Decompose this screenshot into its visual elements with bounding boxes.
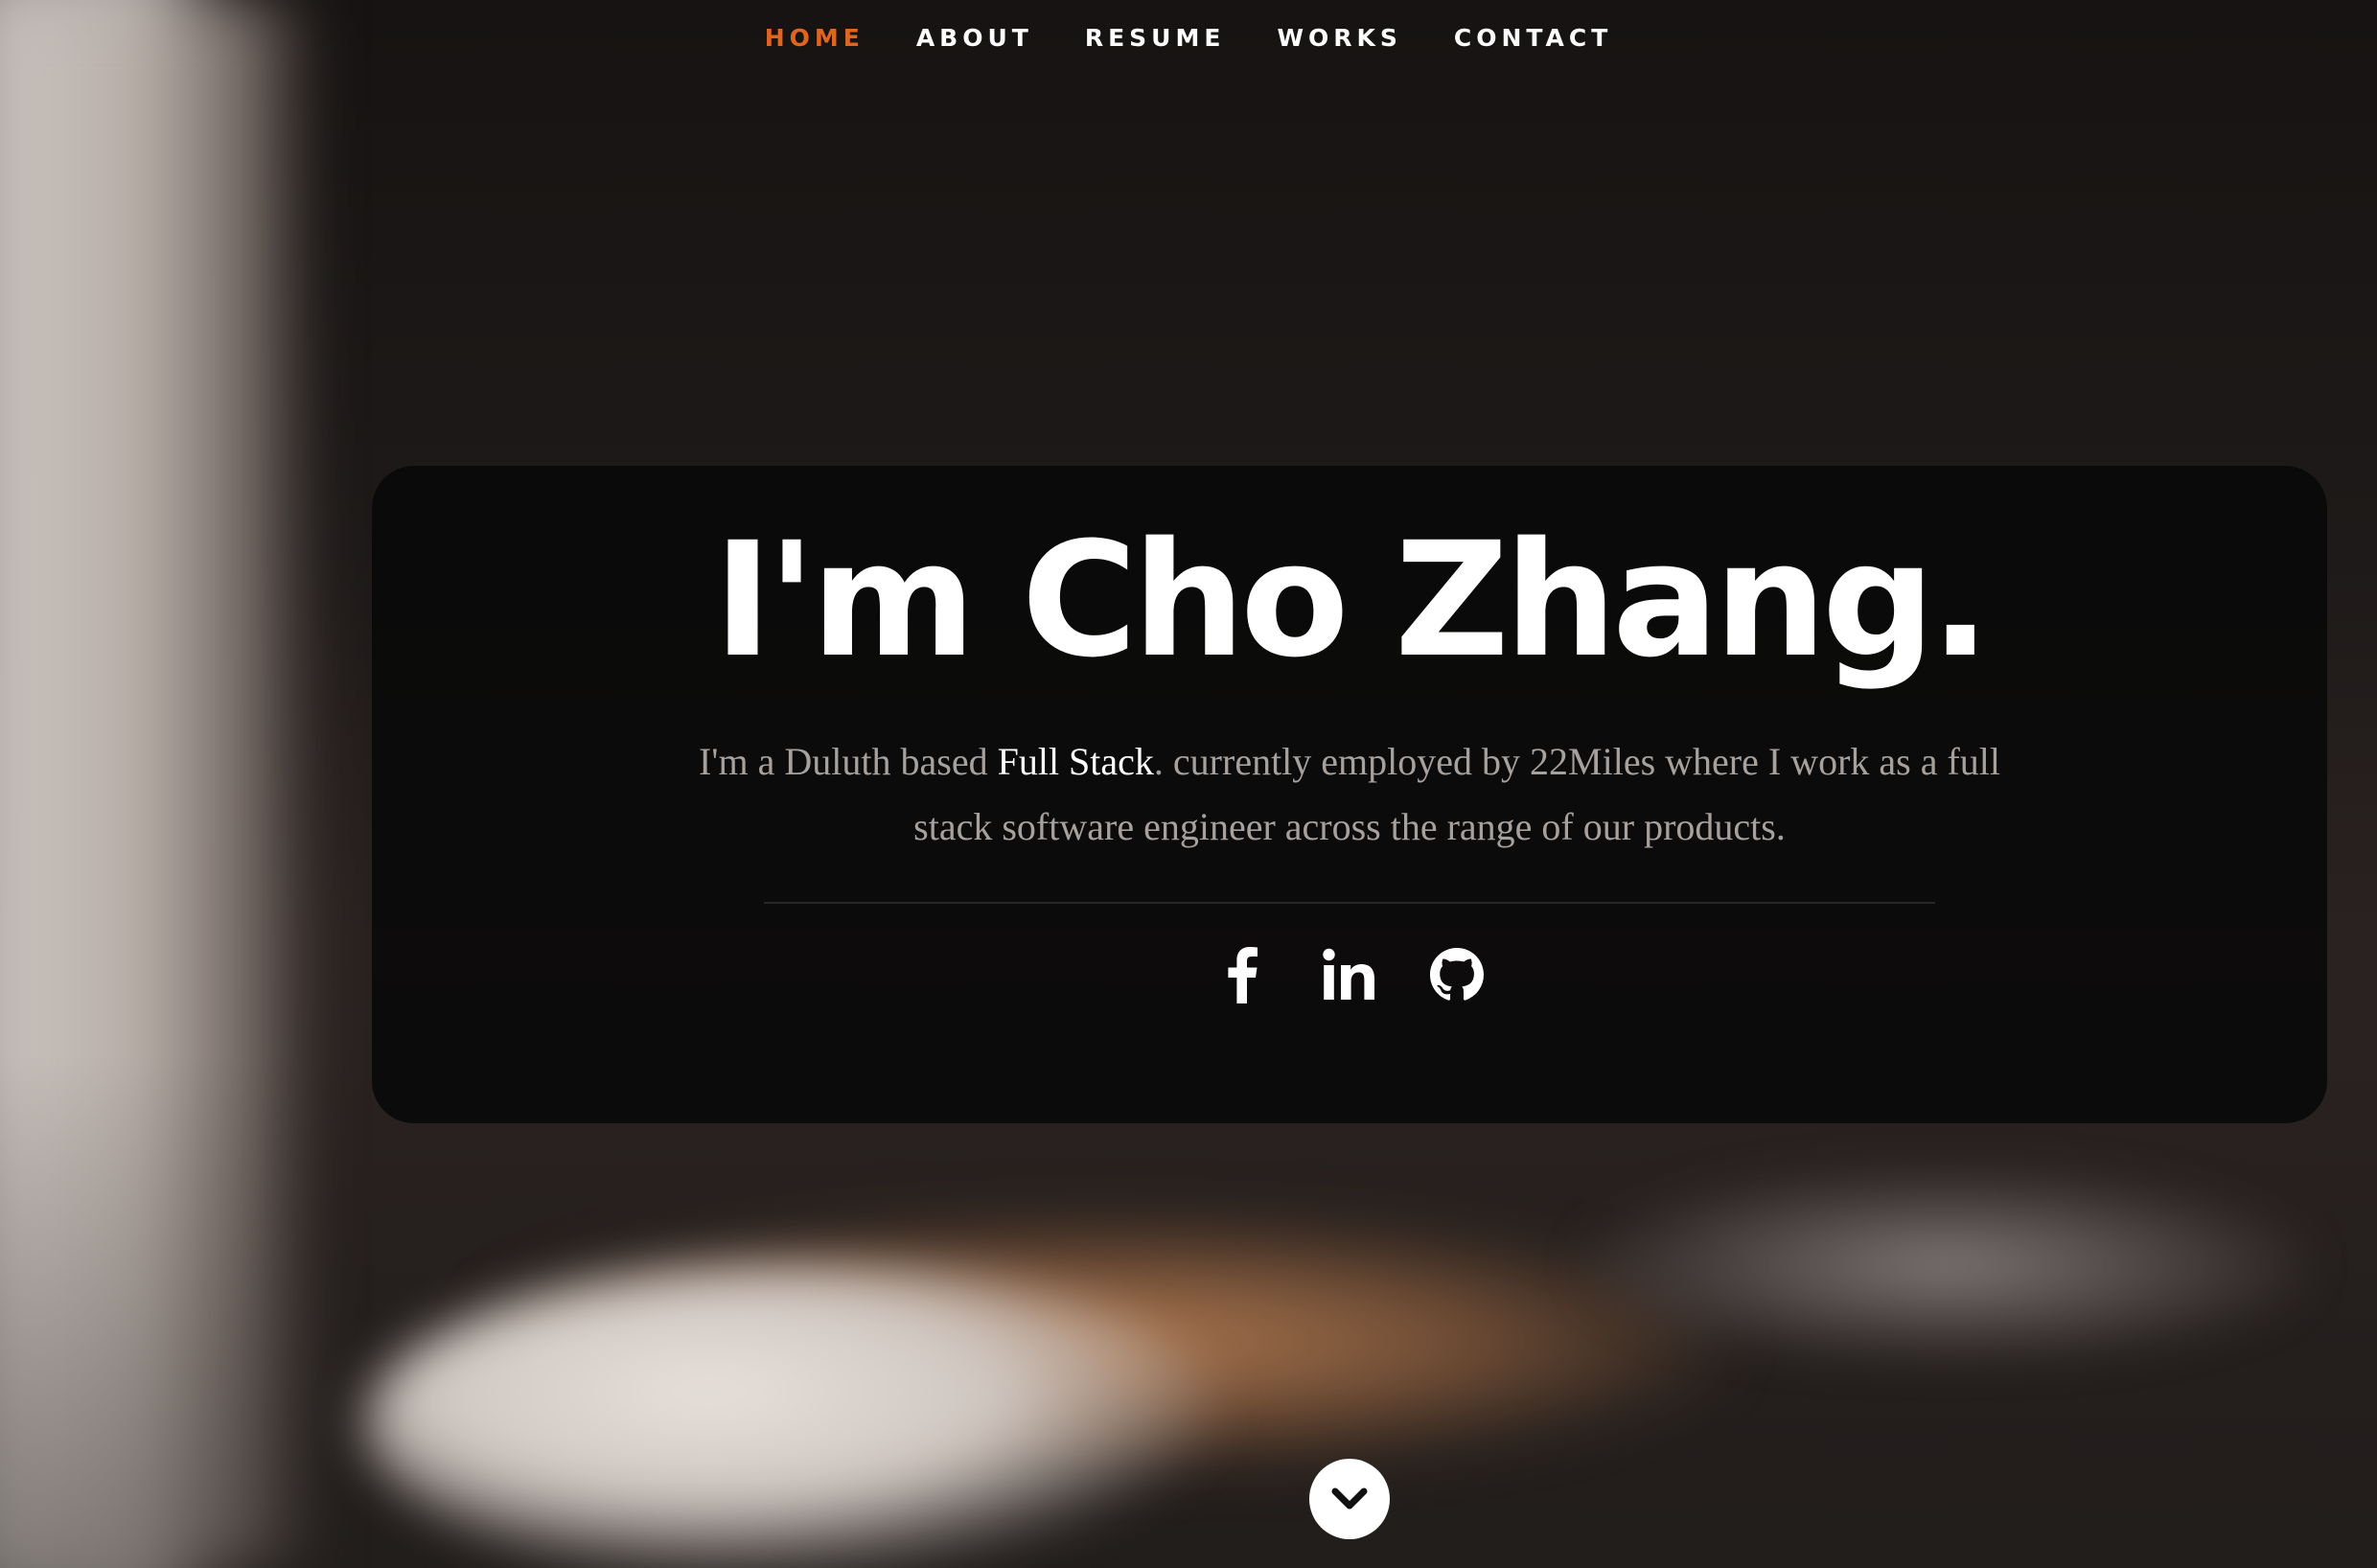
facebook-link[interactable] <box>1213 946 1271 1003</box>
scroll-down-button[interactable] <box>1309 1459 1390 1539</box>
linkedin-icon <box>1323 948 1374 1000</box>
facebook-icon <box>1228 947 1258 1003</box>
hero-text-highlight: Full Stack <box>997 740 1154 783</box>
hero-text-before: I'm a Duluth based <box>698 740 998 783</box>
nav-home[interactable]: HOME <box>765 24 865 52</box>
linkedin-link[interactable] <box>1321 946 1378 1003</box>
hero-banner: I'm Cho Zhang. I'm a Duluth based Full S… <box>372 466 2327 1123</box>
github-link[interactable] <box>1428 946 1486 1003</box>
social-links <box>372 946 2327 1003</box>
nav-works[interactable]: WORKS <box>1277 24 1401 52</box>
chevron-down-icon <box>1331 1487 1368 1510</box>
divider <box>764 902 1935 904</box>
main-nav: HOME ABOUT RESUME WORKS CONTACT <box>0 0 2377 75</box>
nav-about[interactable]: ABOUT <box>916 24 1033 52</box>
nav-contact[interactable]: CONTACT <box>1454 24 1612 52</box>
github-icon <box>1430 948 1484 1001</box>
hero-description: I'm a Duluth based Full Stack. currently… <box>679 729 2020 860</box>
hero-title: I'm Cho Zhang. <box>713 508 1990 692</box>
nav-resume[interactable]: RESUME <box>1085 24 1226 52</box>
